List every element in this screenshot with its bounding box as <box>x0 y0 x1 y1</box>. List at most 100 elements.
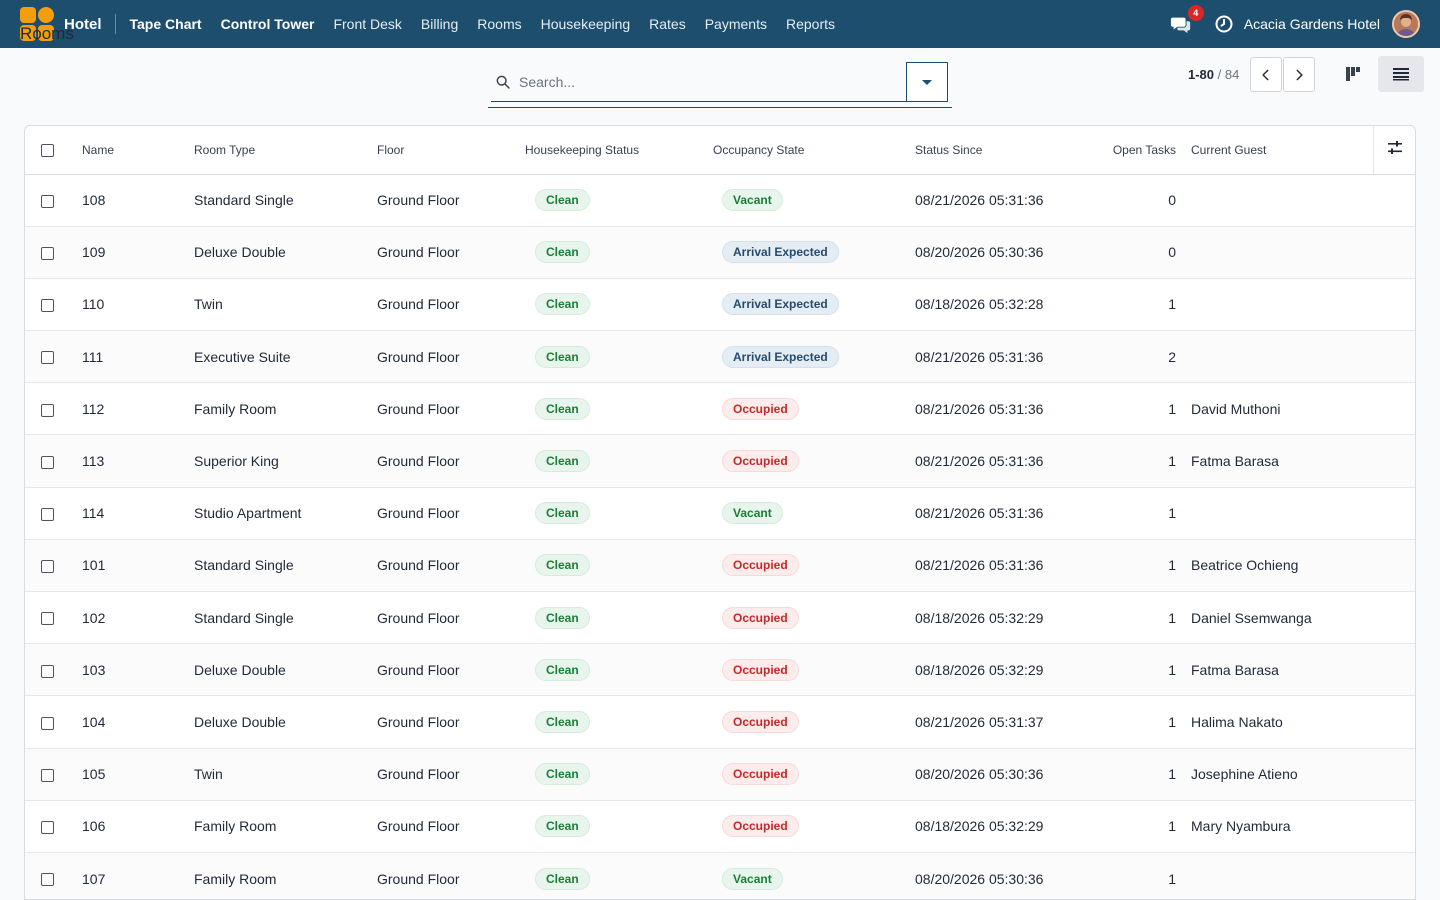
nav-item-housekeeping[interactable]: Housekeeping <box>541 16 631 32</box>
pager-value[interactable]: 1-80 / 84 <box>1188 67 1239 82</box>
column-header-housekeeping-status[interactable]: Housekeeping Status <box>525 126 713 175</box>
table-row[interactable]: 103 Deluxe Double Ground Floor Clean Occupie… <box>25 643 1415 696</box>
room-type: Deluxe Double <box>194 713 286 730</box>
nav-item-reports[interactable]: Reports <box>786 16 835 32</box>
housekeeping-status-badge: Clean <box>535 658 590 681</box>
table-row[interactable]: 104 Deluxe Double Ground Floor Clean Occupie… <box>25 696 1415 749</box>
row-spacer <box>1373 487 1415 539</box>
room-type: Studio Apartment <box>194 505 302 522</box>
table-row[interactable]: 113 Superior King Ground Floor Clean Occupie… <box>25 434 1415 488</box>
current-guest <box>1191 852 1373 899</box>
occupancy-cell: Occupied <box>713 748 915 800</box>
user-avatar[interactable] <box>1392 10 1420 38</box>
column-header-floor[interactable]: Floor <box>377 126 525 175</box>
row-checkbox[interactable] <box>41 612 54 626</box>
housekeeping-cell: Clean <box>525 696 713 748</box>
table-body: 108 Standard Single Ground Floor Clean Vacan… <box>25 174 1415 899</box>
row-checkbox[interactable] <box>41 403 54 417</box>
column-header-name[interactable]: Name <box>82 126 194 175</box>
table-row[interactable]: 109 Deluxe Double Ground Floor Clean Arrival… <box>25 226 1415 279</box>
column-header-open-tasks[interactable]: Open Tasks <box>1065 126 1191 175</box>
row-checkbox[interactable] <box>41 351 54 365</box>
clock-icon[interactable] <box>1214 14 1234 34</box>
search-options-toggle[interactable] <box>906 62 948 102</box>
table-row[interactable]: 102 Standard Single Ground Floor Clean Occup… <box>25 592 1415 644</box>
current-guest: Fatma Barasa <box>1191 453 1279 470</box>
row-spacer <box>1373 592 1415 644</box>
table-row[interactable]: 112 Family Room Ground Floor Clean Occupied 0… <box>25 383 1415 435</box>
nav-item-rates[interactable]: Rates <box>649 16 686 32</box>
kanban-view-button[interactable] <box>1330 56 1376 92</box>
row-checkbox[interactable] <box>41 768 54 782</box>
row-checkbox[interactable] <box>41 873 54 887</box>
nav-item-billing[interactable]: Billing <box>421 16 458 32</box>
room-floor: Ground Floor <box>377 609 460 626</box>
housekeeping-status-badge: Clean <box>535 397 590 420</box>
pager-previous-button[interactable] <box>1250 57 1282 92</box>
room-name: 102 <box>82 609 106 626</box>
column-header-occupancy-state[interactable]: Occupancy State <box>713 126 915 175</box>
table-row[interactable]: 111 Executive Suite Ground Floor Clean Arriv… <box>25 330 1415 383</box>
occupancy-state-badge: Arrival Expected <box>722 293 839 316</box>
table-row[interactable]: 101 Standard Single Ground Floor Clean Occup… <box>25 539 1415 592</box>
status-since: 08/20/2026 05:30:36 <box>915 244 1044 261</box>
list-view-button[interactable] <box>1378 56 1424 92</box>
open-tasks: 1 <box>1168 818 1176 835</box>
search-bar[interactable] <box>491 62 907 102</box>
occupancy-cell: Occupied <box>713 696 915 748</box>
column-header-status-since[interactable]: Status Since <box>915 126 1065 175</box>
row-checkbox[interactable] <box>41 194 54 208</box>
caret-down-icon <box>922 79 932 85</box>
search-input[interactable] <box>519 73 889 90</box>
room-name: 107 <box>82 870 106 887</box>
row-checkbox[interactable] <box>41 560 54 574</box>
room-type: Executive Suite <box>194 348 291 365</box>
row-checkbox[interactable] <box>41 247 54 261</box>
pager-range[interactable]: 1-80 <box>1188 67 1214 82</box>
room-floor: Ground Floor <box>377 192 460 209</box>
nav-item-front-desk[interactable]: Front Desk <box>333 16 401 32</box>
status-since: 08/21/2026 05:31:36 <box>915 453 1044 470</box>
open-tasks: 1 <box>1168 453 1176 470</box>
row-select-cell <box>25 852 82 899</box>
nav-item-rooms[interactable]: Rooms <box>477 16 521 32</box>
messages-icon[interactable]: 4 <box>1170 5 1204 35</box>
optional-columns-toggle[interactable] <box>1372 126 1415 175</box>
table-row[interactable]: 108 Standard Single Ground Floor Clean Vacan… <box>25 174 1415 227</box>
housekeeping-status-badge: Clean <box>535 345 590 368</box>
row-checkbox[interactable] <box>41 716 54 730</box>
row-checkbox[interactable] <box>41 455 54 469</box>
rooms-list-view: Name Room Type Floor Housekeeping Status… <box>24 125 1416 900</box>
status-since: 08/21/2026 05:31:36 <box>915 557 1044 574</box>
room-type: Superior King <box>194 453 279 470</box>
list-icon <box>1393 68 1409 81</box>
occupancy-state-badge: Vacant <box>722 502 783 525</box>
room-name: 106 <box>82 818 106 835</box>
nav-item-payments[interactable]: Payments <box>705 16 767 32</box>
row-checkbox[interactable] <box>41 508 54 522</box>
occupancy-cell: Occupied <box>713 539 915 591</box>
nav-item-tape-chart[interactable]: Tape Chart <box>130 16 202 32</box>
table-row[interactable]: 107 Family Room Ground Floor Clean Vacant 08/… <box>25 852 1415 899</box>
table-row[interactable]: 114 Studio Apartment Ground Floor Clean Vaca… <box>25 487 1415 540</box>
room-name: 114 <box>82 505 105 522</box>
row-checkbox[interactable] <box>41 299 54 313</box>
table-row[interactable]: 105 Twin Ground Floor Clean Occupied 08/20/20… <box>25 748 1415 801</box>
kanban-icon <box>1346 67 1360 81</box>
pager-next-button[interactable] <box>1283 57 1315 92</box>
row-checkbox[interactable] <box>41 664 54 678</box>
room-type: Deluxe Double <box>194 661 286 678</box>
room-type: Family Room <box>194 870 277 887</box>
nav-item-control-tower[interactable]: Control Tower <box>221 16 315 32</box>
table-row[interactable]: 106 Family Room Ground Floor Clean Occupied 0… <box>25 800 1415 853</box>
company-switcher[interactable]: Acacia Gardens Hotel <box>1244 16 1380 32</box>
row-checkbox[interactable] <box>41 821 54 835</box>
room-name: 111 <box>82 348 104 365</box>
select-all-checkbox[interactable] <box>41 143 54 157</box>
room-type: Family Room <box>194 400 277 417</box>
column-header-room-type[interactable]: Room Type <box>194 126 377 175</box>
table-row[interactable]: 110 Twin Ground Floor Clean Arrival Expected… <box>25 278 1415 331</box>
open-tasks: 0 <box>1168 192 1176 209</box>
column-header-current-guest[interactable]: Current Guest <box>1191 126 1373 175</box>
open-tasks: 1 <box>1168 661 1176 678</box>
